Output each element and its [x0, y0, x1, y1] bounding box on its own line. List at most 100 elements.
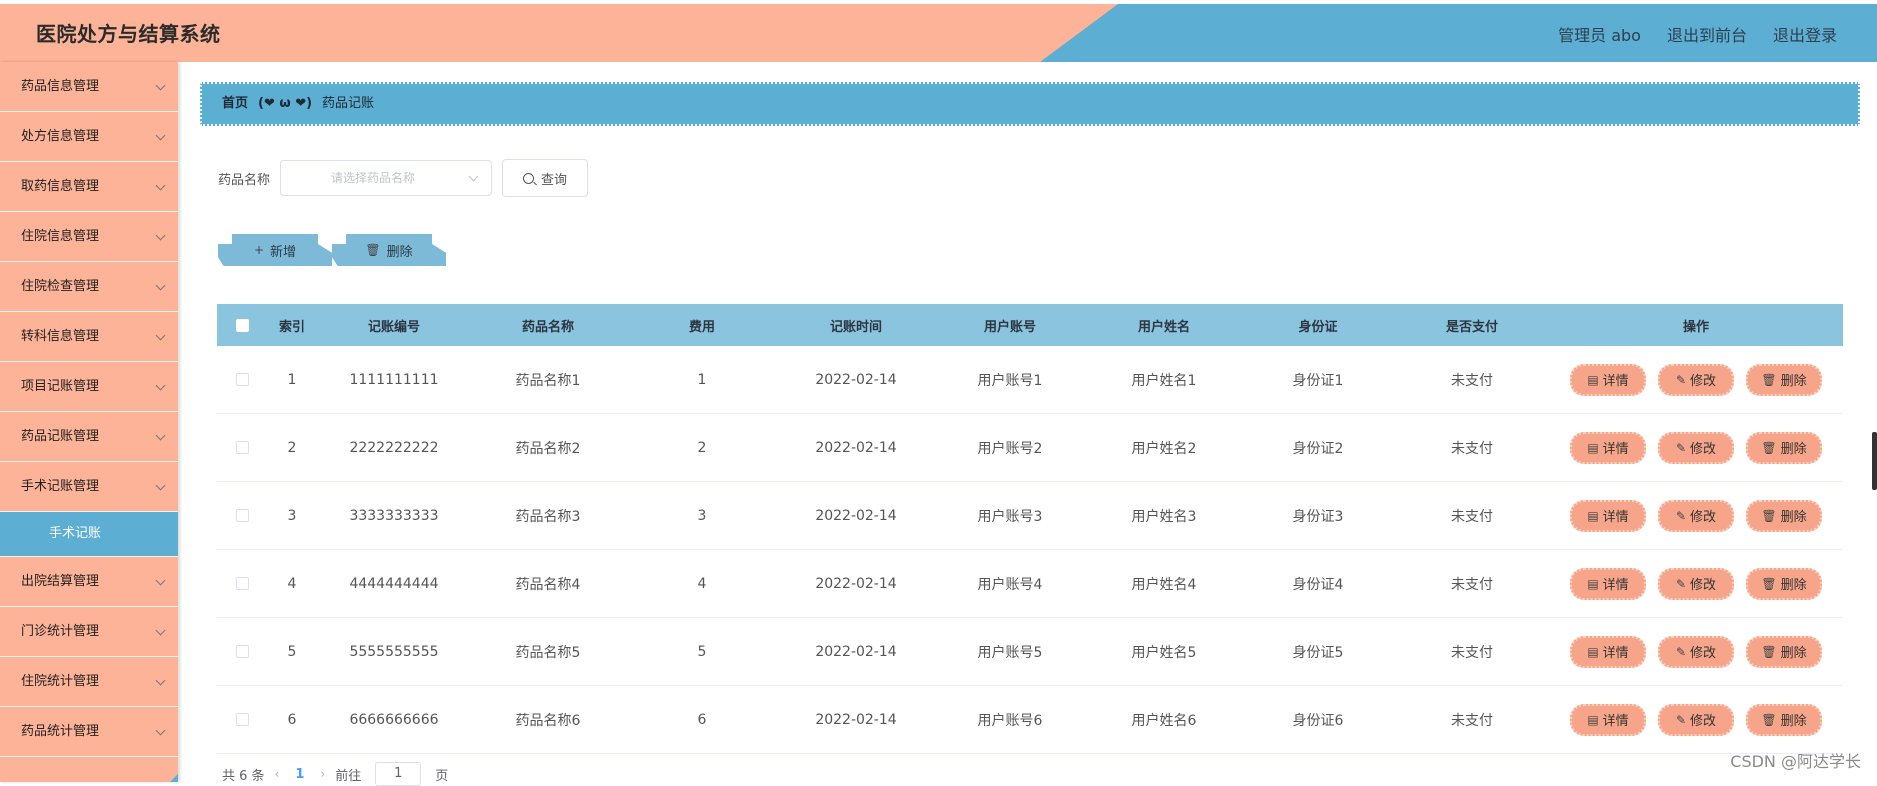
row-checkbox-cell	[217, 509, 267, 522]
sidebar-item-inpatient-info[interactable]: 住院信息管理	[0, 212, 178, 262]
detail-button[interactable]: ▤ 详情	[1570, 703, 1646, 736]
add-button[interactable]: + 新增	[232, 234, 318, 266]
logout-link[interactable]: 退出登录	[1773, 22, 1837, 46]
cell-billing-no: 6666666666	[349, 711, 439, 728]
row-checkbox[interactable]	[235, 577, 249, 590]
sidebar-item-medicine-info[interactable]: 药品信息管理	[0, 62, 178, 112]
detail-button[interactable]: ▤ 详情	[1570, 635, 1646, 668]
cell-medicine-name: 药品名称3	[515, 508, 581, 525]
search-icon	[523, 172, 534, 184]
scrollbar-handle[interactable]	[1872, 432, 1877, 490]
delete-button-label: 删除	[1780, 374, 1807, 389]
sidebar-subitem-surgery-billing[interactable]: 手术记账	[0, 512, 178, 557]
edit-button[interactable]: ✎ 修改	[1658, 431, 1734, 464]
row-operations: ▤ 详情 ✎ 修改 🗑 删除	[1549, 567, 1843, 600]
cell-billing-no: 2222222222	[349, 439, 439, 456]
cell-user-account: 用户账号1	[977, 372, 1043, 389]
row-checkbox[interactable]	[235, 713, 249, 726]
row-operations: ▤ 详情 ✎ 修改 🗑 删除	[1549, 431, 1843, 464]
cell-billing-time: 2022-02-14	[815, 507, 897, 524]
edit-button[interactable]: ✎ 修改	[1658, 635, 1734, 668]
delete-button[interactable]: 🗑 删除	[1746, 431, 1822, 464]
pencil-icon: ✎	[1675, 712, 1687, 727]
delete-button[interactable]: 🗑 删除	[1746, 499, 1822, 532]
medicine-name-select[interactable]: 请选择药品名称	[280, 160, 493, 196]
sidebar-item-outpatient-stats[interactable]: 门诊统计管理	[0, 607, 178, 657]
detail-button-label: 详情	[1602, 578, 1629, 593]
edit-button[interactable]: ✎ 修改	[1658, 499, 1734, 532]
pagination-total: 共 6 条	[222, 768, 265, 784]
chevron-down-icon	[155, 280, 166, 291]
cell-paid: 未支付	[1451, 372, 1493, 389]
edit-button[interactable]: ✎ 修改	[1658, 567, 1734, 600]
batch-delete-button[interactable]: 🗑 删除	[346, 234, 432, 266]
table-row: 3 3333333333 药品名称3 3 2022-02-14 用户账号3 用户姓名3 身份证…	[217, 482, 1843, 550]
detail-button[interactable]: ▤ 详情	[1570, 567, 1646, 600]
sidebar-corner-decoration	[170, 774, 178, 782]
sidebar-item-medicine-billing[interactable]: 药品记账管理	[0, 412, 178, 462]
document-icon: ▤	[1587, 644, 1599, 659]
row-checkbox[interactable]	[235, 441, 249, 454]
trash-icon: 🗑	[1761, 372, 1777, 387]
chevron-down-icon	[155, 230, 166, 241]
sidebar-item-inpatient-stats[interactable]: 住院统计管理	[0, 657, 178, 707]
page-suffix: 页	[435, 768, 449, 784]
cell-billing-no: 3333333333	[349, 507, 439, 524]
cell-index: 4	[287, 575, 297, 592]
query-button-label: 查询	[541, 172, 568, 188]
chevron-down-icon	[155, 80, 166, 91]
detail-button[interactable]: ▤ 详情	[1570, 363, 1646, 396]
sidebar-item-project-billing[interactable]: 项目记账管理	[0, 362, 178, 412]
next-page-icon[interactable]: ›	[320, 767, 325, 781]
cell-id-card: 身份证4	[1292, 576, 1344, 593]
detail-button-label: 详情	[1602, 646, 1629, 661]
table-row: 2 2222222222 药品名称2 2 2022-02-14 用户账号2 用户姓名2 身份证…	[217, 414, 1843, 482]
cell-id-card: 身份证6	[1292, 712, 1344, 729]
breadcrumb-home[interactable]: 首页	[222, 96, 248, 111]
row-checkbox[interactable]	[235, 509, 249, 522]
cell-user-name: 用户姓名6	[1131, 712, 1197, 729]
edit-button[interactable]: ✎ 修改	[1658, 363, 1734, 396]
chevron-down-icon	[155, 575, 166, 586]
sidebar-item-medicine-stats[interactable]: 药品统计管理	[0, 707, 178, 757]
chevron-down-icon	[155, 675, 166, 686]
chevron-down-icon	[155, 480, 166, 491]
edit-button[interactable]: ✎ 修改	[1658, 703, 1734, 736]
edit-button-label: 修改	[1690, 714, 1717, 729]
sidebar-item-discharge-settlement[interactable]: 出院结算管理	[0, 557, 178, 607]
row-checkbox[interactable]	[235, 645, 249, 658]
detail-button[interactable]: ▤ 详情	[1570, 431, 1646, 464]
cell-index: 3	[287, 507, 297, 524]
sidebar-item-pickup-info[interactable]: 取药信息管理	[0, 162, 178, 212]
row-checkbox-cell	[217, 577, 267, 590]
table-body: 1 1111111111 药品名称1 1 2022-02-14 用户账号1 用户姓名1 身份证…	[217, 346, 1843, 754]
query-button[interactable]: 查询	[502, 159, 589, 197]
cell-medicine-name: 药品名称1	[515, 372, 581, 389]
delete-button[interactable]: 🗑 删除	[1746, 363, 1822, 396]
row-operations: ▤ 详情 ✎ 修改 🗑 删除	[1549, 703, 1843, 736]
select-all-checkbox[interactable]	[235, 318, 249, 332]
cell-billing-time: 2022-02-14	[815, 575, 897, 592]
current-page-number[interactable]: 1	[295, 767, 304, 782]
delete-button[interactable]: 🗑 删除	[1746, 635, 1822, 668]
back-to-front-link[interactable]: 退出到前台	[1667, 22, 1747, 46]
sidebar-item-prescription-info[interactable]: 处方信息管理	[0, 112, 178, 162]
delete-button[interactable]: 🗑 删除	[1746, 703, 1822, 736]
admin-user-label[interactable]: 管理员 abo	[1558, 22, 1641, 46]
edit-button-label: 修改	[1690, 510, 1717, 525]
detail-button[interactable]: ▤ 详情	[1570, 499, 1646, 532]
header-billing-no: 记账编号	[367, 319, 420, 335]
cell-user-account: 用户账号3	[977, 508, 1043, 525]
sidebar-item-inpatient-exam[interactable]: 住院检查管理	[0, 262, 178, 312]
goto-page-input[interactable]: 1	[375, 762, 422, 786]
row-checkbox[interactable]	[235, 373, 249, 386]
row-checkbox-cell	[217, 373, 267, 386]
delete-button-label: 删除	[1780, 646, 1807, 661]
header-id-card: 身份证	[1298, 319, 1338, 335]
delete-button[interactable]: 🗑 删除	[1746, 567, 1822, 600]
sidebar-item-surgery-billing[interactable]: 手术记账管理	[0, 462, 178, 512]
cell-index: 1	[287, 371, 297, 388]
cell-id-card: 身份证2	[1292, 440, 1344, 457]
prev-page-icon[interactable]: ‹	[275, 767, 280, 781]
sidebar-item-transfer-info[interactable]: 转科信息管理	[0, 312, 178, 362]
